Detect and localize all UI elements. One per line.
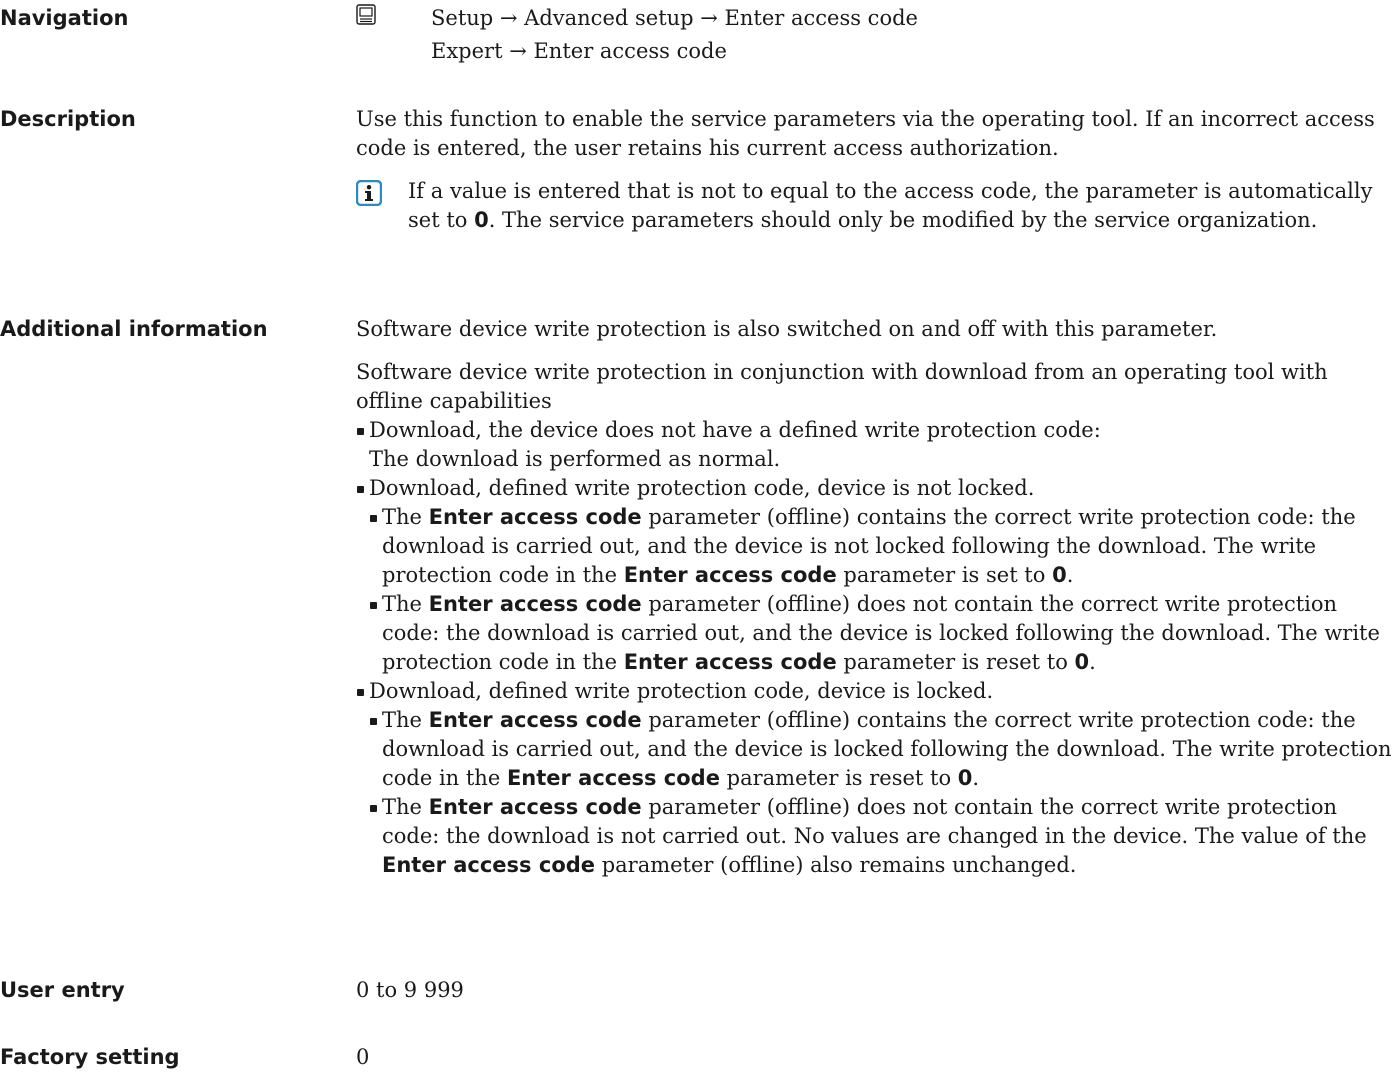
description-paragraph: Use this function to enable the service … <box>356 107 1375 160</box>
list-item-not-locked: Download, defined write protection code,… <box>356 474 1396 503</box>
factory-setting-value: 0 <box>356 1045 370 1069</box>
additional-p1: Software device write protection is also… <box>356 317 1218 341</box>
sub-item-not-locked-correct: The Enter access code parameter (offline… <box>369 503 1396 590</box>
info-icon <box>356 180 382 206</box>
navigation-path-setup: Setup → Advanced setup → Enter access co… <box>431 6 918 30</box>
additional-information-label: Additional information <box>0 317 268 341</box>
navigation-path-expert: Expert → Enter access code <box>431 39 727 63</box>
sub-item-locked-incorrect: The Enter access code parameter (offline… <box>369 793 1396 880</box>
user-entry-label: User entry <box>0 978 125 1002</box>
factory-setting-label: Factory setting <box>0 1045 180 1069</box>
description-label: Description <box>0 107 136 131</box>
additional-information-content: Software device write protection is also… <box>356 315 1396 880</box>
note-text: If a value is entered that is not to equ… <box>408 179 1373 232</box>
description-text: Use this function to enable the service … <box>356 105 1396 163</box>
list-item-no-code: Download, the device does not have a def… <box>356 416 1396 474</box>
sub-item-not-locked-incorrect: The Enter access code parameter (offline… <box>369 590 1396 677</box>
description-note: If a value is entered that is not to equ… <box>356 177 1396 235</box>
display-module-icon <box>356 4 376 25</box>
user-entry-value: 0 to 9 999 <box>356 978 464 1002</box>
sub-item-locked-correct: The Enter access code parameter (offline… <box>369 706 1396 793</box>
list-item-locked: Download, defined write protection code,… <box>356 677 1396 706</box>
additional-p2: Software device write protection in conj… <box>356 360 1328 413</box>
navigation-label: Navigation <box>0 6 129 30</box>
